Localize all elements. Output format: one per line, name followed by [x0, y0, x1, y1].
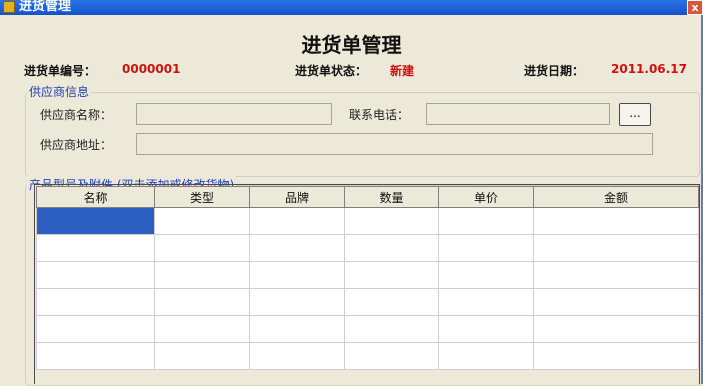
order-number-value: 0000001: [122, 62, 181, 76]
table-cell[interactable]: [344, 342, 439, 370]
table-cell[interactable]: [533, 207, 699, 235]
table-cell[interactable]: [36, 288, 155, 316]
table-cell[interactable]: [438, 288, 534, 316]
table-cell[interactable]: [154, 207, 250, 235]
order-number-label: 进货单编号：: [24, 64, 97, 78]
browse-supplier-button[interactable]: ...: [619, 103, 651, 126]
table-cell[interactable]: [154, 315, 250, 343]
table-cell[interactable]: [438, 261, 534, 289]
table-cell[interactable]: [249, 288, 345, 316]
window-title: 进货管理: [19, 0, 72, 14]
table-row[interactable]: [36, 342, 699, 370]
table-cell[interactable]: [249, 342, 345, 370]
table-cell[interactable]: [533, 288, 699, 316]
order-date-label: 进货日期：: [524, 64, 585, 78]
table-cell[interactable]: [154, 288, 250, 316]
close-button[interactable]: x: [687, 0, 703, 15]
table-cell[interactable]: [438, 315, 534, 343]
table-cell[interactable]: [533, 315, 699, 343]
table-cell[interactable]: [249, 207, 345, 235]
table-cell[interactable]: [344, 288, 439, 316]
table-row[interactable]: [36, 315, 699, 343]
table-cell[interactable]: [344, 315, 439, 343]
table-cell[interactable]: [36, 315, 155, 343]
order-date-value: 2011.06.17: [611, 62, 687, 76]
app-icon: [3, 1, 15, 13]
supplier-group-title: 供应商信息: [27, 83, 92, 100]
table-row[interactable]: [36, 261, 699, 289]
table-cell[interactable]: [344, 261, 439, 289]
table-cell[interactable]: [249, 234, 345, 262]
table-cell[interactable]: [438, 234, 534, 262]
supplier-address-field[interactable]: [136, 133, 653, 155]
supplier-name-label: 供应商名称：: [40, 108, 113, 122]
col-header-unit-price[interactable]: 单价: [438, 186, 534, 208]
table-cell[interactable]: [36, 261, 155, 289]
col-header-quantity[interactable]: 数量: [344, 186, 439, 208]
table-row[interactable]: [36, 207, 699, 235]
table-cell[interactable]: [36, 342, 155, 370]
table-cell[interactable]: [154, 261, 250, 289]
table-cell[interactable]: [36, 234, 155, 262]
products-grid[interactable]: 名称 类型 品牌 数量 单价 金额: [36, 186, 699, 370]
page-title: 进货单管理: [301, 33, 402, 57]
table-cell-selected[interactable]: [36, 207, 155, 235]
col-header-name[interactable]: 名称: [36, 186, 155, 208]
table-cell[interactable]: [533, 342, 699, 370]
phone-label: 联系电话：: [349, 108, 410, 122]
supplier-name-field[interactable]: [136, 103, 332, 125]
table-row[interactable]: [36, 234, 699, 262]
table-cell[interactable]: [249, 261, 345, 289]
col-header-brand[interactable]: 品牌: [249, 186, 345, 208]
supplier-address-label: 供应商地址：: [40, 138, 113, 152]
title-bar: 进货管理 x: [0, 0, 703, 15]
table-cell[interactable]: [154, 234, 250, 262]
phone-field[interactable]: [426, 103, 610, 125]
table-cell[interactable]: [344, 207, 439, 235]
grid-header-row: 名称 类型 品牌 数量 单价 金额: [36, 186, 699, 208]
order-status-value: 新建: [390, 64, 415, 78]
table-cell[interactable]: [533, 234, 699, 262]
table-cell[interactable]: [344, 234, 439, 262]
table-row[interactable]: [36, 288, 699, 316]
col-header-type[interactable]: 类型: [154, 186, 250, 208]
col-header-amount[interactable]: 金额: [533, 186, 699, 208]
table-cell[interactable]: [438, 342, 534, 370]
table-cell[interactable]: [533, 261, 699, 289]
order-status-label: 进货单状态：: [295, 64, 368, 78]
table-cell[interactable]: [249, 315, 345, 343]
table-cell[interactable]: [154, 342, 250, 370]
table-cell[interactable]: [438, 207, 534, 235]
